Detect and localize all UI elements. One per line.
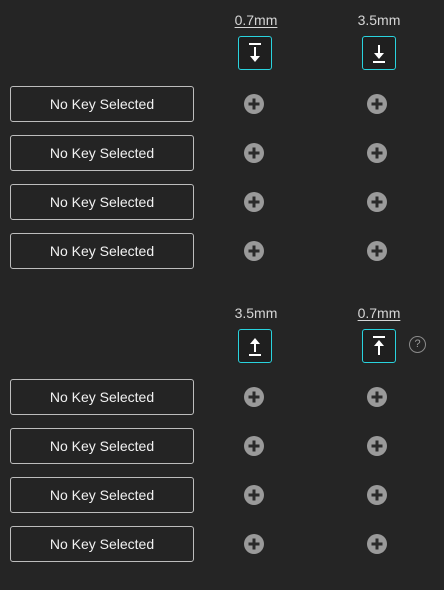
upper-row4-col2-add-icon[interactable]: [367, 241, 387, 261]
lower-key-select-button-1[interactable]: No Key Selected: [10, 379, 194, 415]
upper-key-select-button-2[interactable]: No Key Selected: [10, 135, 194, 171]
lower-col1-direction-button[interactable]: [238, 329, 272, 363]
lower-row4-col1-add-icon[interactable]: [244, 534, 264, 554]
lower-row1-col2-add-icon[interactable]: [367, 387, 387, 407]
release-top-icon: [373, 336, 385, 355]
lower-col2-direction-button[interactable]: [362, 329, 396, 363]
lower-row2-col2-add-icon[interactable]: [367, 436, 387, 456]
upper-col2-label: 3.5mm: [357, 12, 401, 28]
press-actuation-icon: [249, 43, 261, 62]
lower-key-select-button-4[interactable]: No Key Selected: [10, 526, 194, 562]
upper-key-select-button-3[interactable]: No Key Selected: [10, 184, 194, 220]
upper-col1-direction-button[interactable]: [238, 36, 272, 70]
lower-col1-label: 3.5mm: [234, 305, 278, 321]
lower-row2-col1-add-icon[interactable]: [244, 436, 264, 456]
upper-row4-col1-add-icon[interactable]: [244, 241, 264, 261]
upper-row2-col1-add-icon[interactable]: [244, 143, 264, 163]
upper-key-select-button-1[interactable]: No Key Selected: [10, 86, 194, 122]
upper-row1-col1-add-icon[interactable]: [244, 94, 264, 114]
lower-row4-col2-add-icon[interactable]: [367, 534, 387, 554]
lower-row3-col2-add-icon[interactable]: [367, 485, 387, 505]
upper-row1-col2-add-icon[interactable]: [367, 94, 387, 114]
lower-row1-col1-add-icon[interactable]: [244, 387, 264, 407]
release-bottom-icon: [249, 338, 261, 356]
lower-col2-label: 0.7mm: [357, 305, 401, 321]
upper-col1-label: 0.7mm: [234, 12, 278, 28]
upper-col2-direction-button[interactable]: [362, 36, 396, 70]
lower-key-select-button-2[interactable]: No Key Selected: [10, 428, 194, 464]
help-icon[interactable]: ?: [409, 336, 426, 353]
upper-row3-col1-add-icon[interactable]: [244, 192, 264, 212]
lower-row3-col1-add-icon[interactable]: [244, 485, 264, 505]
upper-row2-col2-add-icon[interactable]: [367, 143, 387, 163]
upper-row3-col2-add-icon[interactable]: [367, 192, 387, 212]
upper-key-select-button-4[interactable]: No Key Selected: [10, 233, 194, 269]
lower-key-select-button-3[interactable]: No Key Selected: [10, 477, 194, 513]
press-bottom-out-icon: [373, 45, 385, 63]
